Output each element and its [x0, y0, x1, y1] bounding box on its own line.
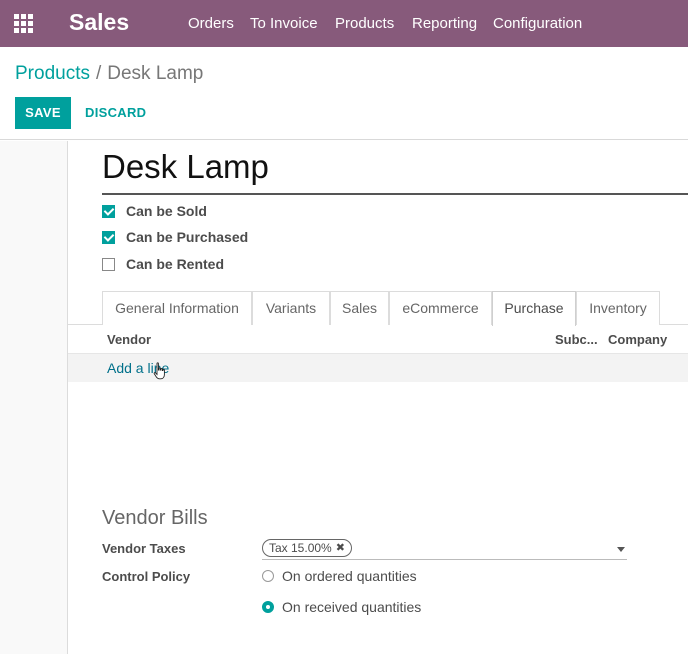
tab-general-information[interactable]: General Information: [102, 291, 252, 325]
control-policy-label: Control Policy: [102, 569, 191, 584]
vendor-taxes-field[interactable]: Tax 15.00% ✖: [262, 538, 627, 560]
top-navbar: Sales Orders To Invoice Products Reporti…: [0, 0, 688, 47]
name-field-underline: [102, 193, 688, 195]
radio-label: On ordered quantities: [282, 568, 417, 584]
menu-reporting[interactable]: Reporting: [412, 15, 477, 32]
can-be-rented-checkbox[interactable]: Can be Rented: [102, 255, 224, 273]
app-title[interactable]: Sales: [69, 9, 129, 36]
column-company[interactable]: Company: [608, 332, 667, 347]
hand-pointer-icon: [153, 362, 165, 380]
menu-to-invoice[interactable]: To Invoice: [250, 15, 318, 32]
radio-unchecked-icon[interactable]: [262, 570, 274, 582]
checkbox-label: Can be Purchased: [126, 229, 249, 245]
checkbox-checked-icon[interactable]: [102, 204, 115, 218]
breadcrumb-products-link[interactable]: Products: [15, 63, 90, 84]
checkbox-unchecked-icon[interactable]: [102, 257, 115, 271]
can-be-sold-checkbox[interactable]: Can be Sold: [102, 202, 207, 220]
control-panel: Products / Desk Lamp SAVE DISCARD: [0, 47, 688, 140]
tab-variants[interactable]: Variants: [252, 291, 330, 325]
checkbox-label: Can be Rented: [126, 256, 225, 272]
radio-received-quantities[interactable]: On received quantities: [262, 598, 421, 616]
vendor-bills-title: Vendor Bills: [102, 507, 208, 529]
remove-tag-icon[interactable]: ✖: [336, 540, 345, 556]
tab-ecommerce[interactable]: eCommerce: [389, 291, 492, 325]
tax-tag-label: Tax 15.00%: [269, 541, 332, 555]
tab-sales[interactable]: Sales: [330, 291, 389, 325]
save-button[interactable]: SAVE: [15, 97, 71, 129]
breadcrumb-separator: /: [95, 63, 102, 84]
menu-orders[interactable]: Orders: [188, 15, 234, 32]
can-be-purchased-checkbox[interactable]: Can be Purchased: [102, 228, 248, 246]
breadcrumb: Products / Desk Lamp: [15, 63, 203, 85]
checkbox-checked-icon[interactable]: [102, 230, 115, 244]
radio-label: On received quantities: [282, 599, 422, 615]
product-name-field[interactable]: Desk Lamp: [102, 148, 269, 186]
caret-down-icon[interactable]: [617, 547, 625, 552]
tax-tag[interactable]: Tax 15.00% ✖: [262, 539, 352, 557]
column-subcontractor[interactable]: Subc...: [555, 332, 598, 347]
discard-button[interactable]: DISCARD: [85, 105, 146, 120]
menu-configuration[interactable]: Configuration: [493, 15, 582, 32]
radio-checked-icon[interactable]: [262, 601, 274, 613]
vendor-taxes-label: Vendor Taxes: [102, 541, 186, 556]
menu-products[interactable]: Products: [335, 15, 394, 32]
breadcrumb-current: Desk Lamp: [107, 63, 204, 84]
radio-ordered-quantities[interactable]: On ordered quantities: [262, 567, 417, 585]
tab-inventory[interactable]: Inventory: [576, 291, 660, 325]
checkbox-label: Can be Sold: [126, 203, 207, 219]
column-vendor[interactable]: Vendor: [107, 332, 151, 347]
tab-purchase[interactable]: Purchase: [492, 291, 576, 326]
apps-grid-icon[interactable]: [14, 14, 34, 34]
